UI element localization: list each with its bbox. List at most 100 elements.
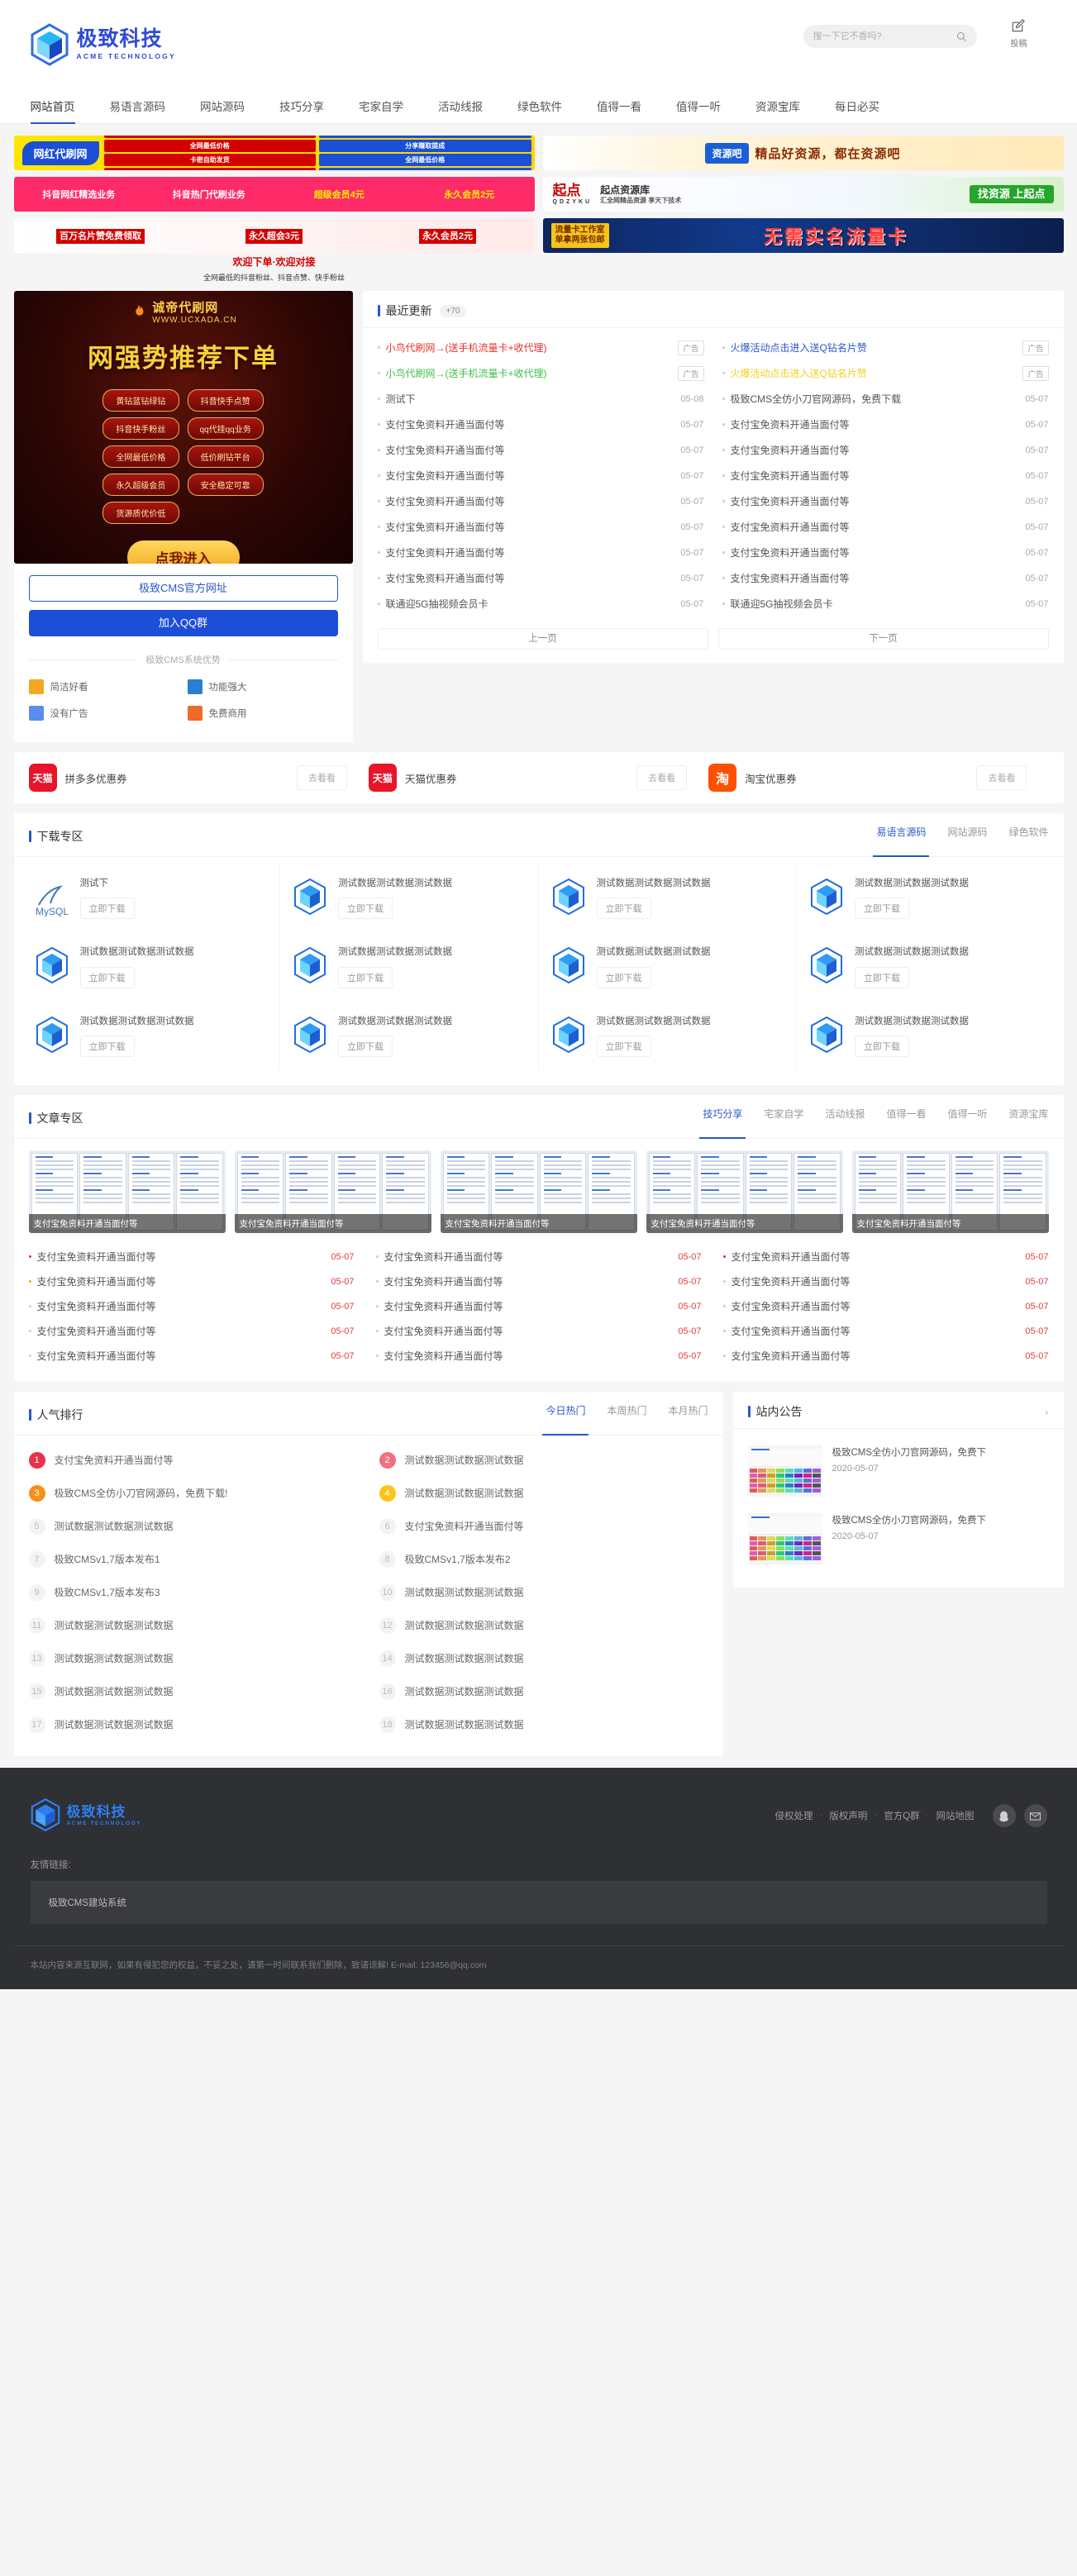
download-now-button[interactable]: 立即下载 xyxy=(80,898,135,919)
article-row-title[interactable]: 支付宝免资料开通当面付等 xyxy=(37,1274,326,1288)
article-row-title[interactable]: 支付宝免资料开通当面付等 xyxy=(732,1299,1020,1313)
article-thumbnail[interactable]: 支付宝免资料开通当面付等 xyxy=(852,1150,1049,1233)
banner-qidian[interactable]: 起点 QDZYKU 起点资源库 汇全网精品资源 享天下技术 找资源 上起点 xyxy=(543,177,1064,212)
download-item[interactable]: 测试数据测试数据测试数据立即下载 xyxy=(797,932,1056,1001)
article-row[interactable]: 支付宝免资料开通当面付等05-07 xyxy=(29,1245,355,1269)
ranking-title-text[interactable]: 测试数据测试数据测试数据 xyxy=(55,1717,358,1731)
news-title[interactable]: 支付宝免资料开通当面付等 xyxy=(731,571,1020,585)
news-title[interactable]: 联通迎5G抽视频会员卡 xyxy=(386,597,675,611)
download-item[interactable]: 测试数据测试数据测试数据立即下载 xyxy=(280,864,539,932)
news-item[interactable]: 支付宝免资料开通当面付等05-07 xyxy=(722,514,1049,540)
news-item[interactable]: 联通迎5G抽视频会员卡05-07 xyxy=(722,591,1049,617)
nav-item-9[interactable]: 资源宝库 xyxy=(755,98,800,124)
news-item[interactable]: 支付宝免资料开通当面付等05-07 xyxy=(378,412,704,437)
ranking-title-text[interactable]: 支付宝免资料开通当面付等 xyxy=(55,1453,358,1467)
ranking-row[interactable]: 15测试数据测试数据测试数据 xyxy=(29,1675,358,1708)
ranking-row[interactable]: 9极致CMSv1,7版本发布3 xyxy=(29,1576,358,1609)
promo-chip-7[interactable]: 安全稳定可靠 xyxy=(188,474,264,496)
article-row[interactable]: 支付宝免资料开通当面付等05-07 xyxy=(29,1319,355,1344)
article-row-title[interactable]: 支付宝免资料开通当面付等 xyxy=(384,1250,673,1264)
article-tab-5[interactable]: 资源宝库 xyxy=(1008,1107,1048,1130)
news-title[interactable]: 支付宝免资料开通当面付等 xyxy=(386,520,675,534)
news-title[interactable]: 支付宝免资料开通当面付等 xyxy=(731,545,1020,559)
promo-chip-6[interactable]: 永久超级会员 xyxy=(102,474,179,496)
news-item[interactable]: 小鸟代刷网→(送手机流量卡+收代理)广告 xyxy=(378,360,704,386)
download-now-button[interactable]: 立即下载 xyxy=(338,898,393,919)
news-title[interactable]: 支付宝免资料开通当面付等 xyxy=(731,443,1020,457)
article-row[interactable]: 支付宝免资料开通当面付等05-07 xyxy=(376,1294,702,1319)
nav-item-2[interactable]: 网站源码 xyxy=(200,98,245,124)
ranking-title-text[interactable]: 测试数据测试数据测试数据 xyxy=(55,1684,358,1698)
download-item[interactable]: 测试数据测试数据测试数据立即下载 xyxy=(22,932,281,1001)
download-now-button[interactable]: 立即下载 xyxy=(597,1036,651,1057)
news-item[interactable]: 支付宝免资料开通当面付等05-07 xyxy=(722,565,1049,591)
notice-more-chevron-icon[interactable]: › xyxy=(1045,1405,1049,1418)
download-item[interactable]: 测试数据测试数据测试数据立即下载 xyxy=(797,864,1056,932)
mail-icon[interactable] xyxy=(1024,1804,1047,1827)
download-now-button[interactable]: 立即下载 xyxy=(80,967,135,988)
banner-mingpianzan[interactable]: 百万名片赞免费领取 永久超会3元 永久会员2元 xyxy=(14,218,535,253)
article-row[interactable]: 支付宝免资料开通当面付等05-07 xyxy=(723,1319,1049,1344)
article-row-title[interactable]: 支付宝免资料开通当面付等 xyxy=(37,1299,326,1313)
next-page-button[interactable]: 下一页 xyxy=(718,628,1049,650)
coupon-item-1[interactable]: 天猫天猫优惠券去看看 xyxy=(369,764,708,792)
coupon-view-button-0[interactable]: 去看看 xyxy=(297,765,347,790)
ranking-title-text[interactable]: 极致CMSv1,7版本发布2 xyxy=(405,1552,708,1566)
news-item[interactable]: 支付宝免资料开通当面付等05-07 xyxy=(378,488,704,514)
article-tab-2[interactable]: 活动线报 xyxy=(825,1107,865,1130)
notice-item[interactable]: 极致CMS全仿小刀官网源码，免费下2020-05-07 xyxy=(748,1505,1049,1573)
news-item[interactable]: 联通迎5G抽视频会员卡05-07 xyxy=(378,591,704,617)
article-row[interactable]: 支付宝免资料开通当面付等05-07 xyxy=(376,1269,702,1294)
news-item[interactable]: 火爆活动点击进入送Q钻名片赞广告 xyxy=(722,360,1049,386)
download-now-button[interactable]: 立即下载 xyxy=(855,967,909,988)
article-row-title[interactable]: 支付宝免资料开通当面付等 xyxy=(384,1274,673,1288)
ranking-title-text[interactable]: 测试数据测试数据测试数据 xyxy=(405,1453,708,1467)
news-item[interactable]: 支付宝免资料开通当面付等05-07 xyxy=(378,437,704,463)
download-item[interactable]: 测试数据测试数据测试数据立即下载 xyxy=(280,1002,539,1070)
ranking-row[interactable]: 8极致CMSv1,7版本发布2 xyxy=(379,1543,708,1576)
footer-link-3[interactable]: 网站地图 xyxy=(936,1809,975,1822)
ranking-row[interactable]: 16测试数据测试数据测试数据 xyxy=(379,1675,708,1708)
search-input[interactable] xyxy=(813,31,956,41)
coupon-view-button-2[interactable]: 去看看 xyxy=(976,765,1027,790)
nav-item-0[interactable]: 网站首页 xyxy=(31,98,75,124)
site-logo[interactable]: 极致科技 ACME TECHNOLOGY xyxy=(31,23,176,66)
download-item[interactable]: 测试数据测试数据测试数据立即下载 xyxy=(539,932,798,1001)
news-item[interactable]: 支付宝免资料开通当面付等05-07 xyxy=(378,463,704,488)
news-item[interactable]: 小鸟代刷网→(送手机流量卡+收代理)广告 xyxy=(378,335,704,360)
article-row[interactable]: 支付宝免资料开通当面付等05-07 xyxy=(723,1344,1049,1369)
download-now-button[interactable]: 立即下载 xyxy=(855,898,909,919)
news-item[interactable]: 支付宝免资料开通当面付等05-07 xyxy=(722,412,1049,437)
ranking-title-text[interactable]: 极致CMSv1,7版本发布1 xyxy=(55,1552,358,1566)
article-tab-4[interactable]: 值得一听 xyxy=(947,1107,987,1130)
nav-item-7[interactable]: 值得一看 xyxy=(597,98,641,124)
footer-logo[interactable]: 极致科技 ACME TECHNOLOGY xyxy=(31,1797,142,1835)
news-title[interactable]: 支付宝免资料开通当面付等 xyxy=(386,571,675,585)
download-tab-2[interactable]: 绿色软件 xyxy=(1008,825,1048,848)
download-item[interactable]: MySQL测试下立即下载 xyxy=(22,864,281,932)
article-row-title[interactable]: 支付宝免资料开通当面付等 xyxy=(384,1349,673,1363)
news-title[interactable]: 支付宝免资料开通当面付等 xyxy=(731,494,1020,508)
ranking-title-text[interactable]: 极致CMS全仿小刀官网源码，免费下载! xyxy=(55,1486,358,1500)
nav-item-5[interactable]: 活动线报 xyxy=(438,98,483,124)
article-row-title[interactable]: 支付宝免资料开通当面付等 xyxy=(384,1299,673,1313)
nav-item-4[interactable]: 宅家自学 xyxy=(359,98,403,124)
prev-page-button[interactable]: 上一页 xyxy=(378,628,708,650)
article-row-title[interactable]: 支付宝免资料开通当面付等 xyxy=(732,1274,1020,1288)
news-title[interactable]: 火爆活动点击进入送Q钻名片赞 xyxy=(731,366,1017,380)
footer-link-0[interactable]: 侵权处理 xyxy=(775,1809,813,1822)
nav-item-8[interactable]: 值得一听 xyxy=(676,98,721,124)
article-row-title[interactable]: 支付宝免资料开通当面付等 xyxy=(37,1349,326,1363)
news-item[interactable]: 支付宝免资料开通当面付等05-07 xyxy=(722,437,1049,463)
news-item[interactable]: 支付宝免资料开通当面付等05-07 xyxy=(378,565,704,591)
ranking-row[interactable]: 2测试数据测试数据测试数据 xyxy=(379,1444,708,1477)
news-title[interactable]: 小鸟代刷网→(送手机流量卡+收代理) xyxy=(386,366,673,380)
nav-item-10[interactable]: 每日必买 xyxy=(835,98,879,124)
ranking-row[interactable]: 17测试数据测试数据测试数据 xyxy=(29,1708,358,1741)
ranking-row[interactable]: 10测试数据测试数据测试数据 xyxy=(379,1576,708,1609)
ranking-row[interactable]: 1支付宝免资料开通当面付等 xyxy=(29,1444,358,1477)
download-now-button[interactable]: 立即下载 xyxy=(338,967,393,988)
article-row-title[interactable]: 支付宝免资料开通当面付等 xyxy=(37,1250,326,1264)
notice-item-title[interactable]: 极致CMS全仿小刀官网源码，免费下 xyxy=(832,1445,1049,1460)
article-row-title[interactable]: 支付宝免资料开通当面付等 xyxy=(384,1324,673,1338)
